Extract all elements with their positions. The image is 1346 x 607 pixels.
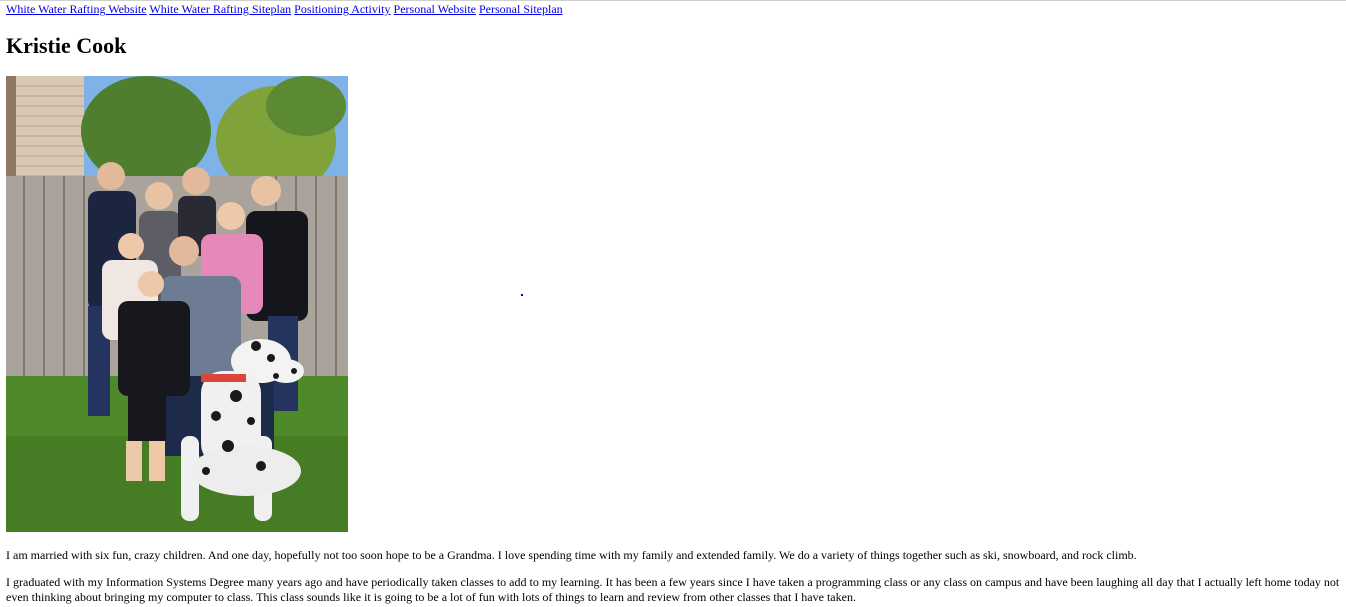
- nav-link-rafting-siteplan[interactable]: White Water Rafting Siteplan: [149, 2, 291, 16]
- stray-link-dot: [521, 294, 523, 296]
- page-title: Kristie Cook: [6, 33, 127, 58]
- nav-link-rafting-website[interactable]: White Water Rafting Website: [6, 2, 147, 16]
- family-photo-illustration: [6, 76, 348, 532]
- nav-bar: White Water Rafting Website White Water …: [6, 1, 563, 17]
- nav-link-personal-siteplan[interactable]: Personal Siteplan: [479, 2, 563, 16]
- nav-link-personal-website[interactable]: Personal Website: [394, 2, 476, 16]
- nav-link-positioning-activity[interactable]: Positioning Activity: [294, 2, 390, 16]
- family-photo: [6, 76, 348, 532]
- bio-paragraph-1: I am married with six fun, crazy childre…: [6, 548, 1137, 562]
- bio-paragraph-2: I graduated with my Information Systems …: [6, 575, 1340, 604]
